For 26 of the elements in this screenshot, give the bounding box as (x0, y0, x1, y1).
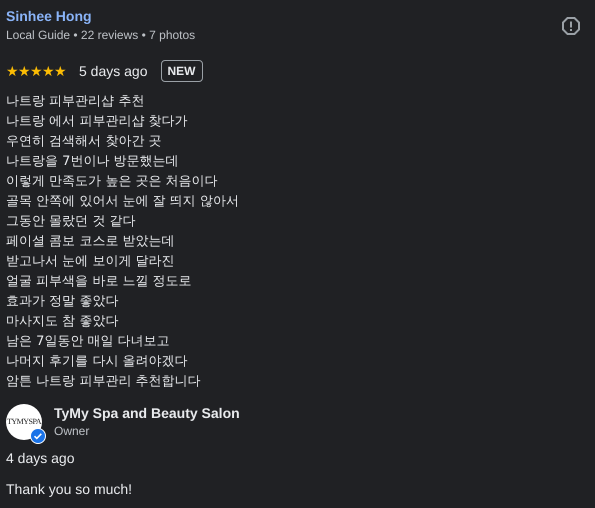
review-line: 나트랑을 7번이나 방문했는데 (6, 153, 180, 171)
owner-label: Owner (54, 423, 90, 440)
review-line: 이렇게 만족도가 높은 곳은 처음이다 (6, 173, 219, 191)
review-line: 우연히 검색해서 찾아간 곳 (6, 133, 162, 151)
review-line: 받고나서 눈에 보이게 달라진 (6, 253, 176, 271)
review-line: 나트랑 피부관리샵 추천 (6, 93, 146, 111)
review-time: 5 days ago (79, 62, 148, 81)
review-line: 효과가 정말 좋았다 (6, 293, 120, 311)
review-line: 남은 7일동안 매일 다녀보고 (6, 333, 171, 351)
logo-text: TYMYSPA (6, 416, 42, 428)
review-line: 암튼 나트랑 피부관리 추천합니다 (6, 373, 202, 391)
star-rating: ★★★★★ (6, 62, 66, 80)
author-stats: Local Guide • 22 reviews • 7 photos (6, 27, 196, 43)
review-line: 나머지 후기를 다시 올려야겠다 (6, 353, 188, 371)
author-name[interactable]: Sinhee Hong (6, 7, 589, 25)
response-time: 4 days ago (6, 449, 76, 468)
review-line: 얼굴 피부색을 바로 느낄 정도로 (6, 273, 193, 291)
review-line: 골목 안쪽에 있어서 눈에 잘 띄지 않아서 (6, 193, 240, 211)
response-text: Thank you so much! (6, 480, 134, 499)
owner-name: TyMy Spa and Beauty Salon (54, 404, 240, 422)
review-line: 마사지도 참 좋았다 (6, 313, 120, 331)
new-badge: NEW (160, 60, 202, 82)
review-line: 페이셜 콤보 코스로 받았는데 (6, 233, 176, 251)
review-line: 그동안 몰랐던 것 같다 (6, 213, 136, 231)
report-icon[interactable] (561, 16, 581, 36)
review-line: 나트랑 에서 피부관리샵 찾다가 (6, 113, 188, 131)
